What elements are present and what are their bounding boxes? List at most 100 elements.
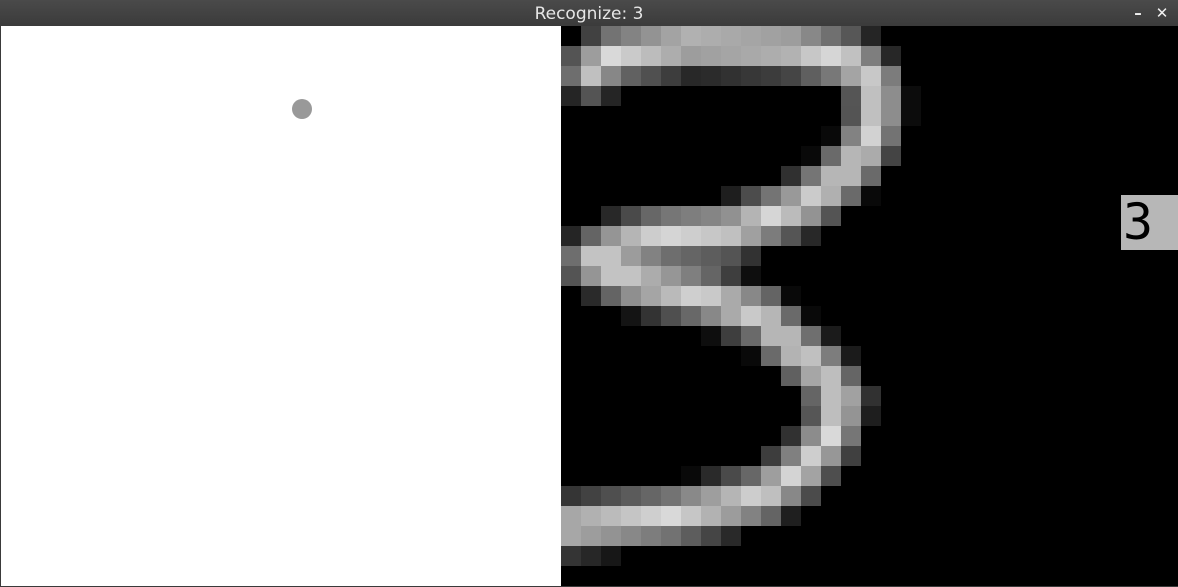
preview-pixel xyxy=(861,146,881,166)
preview-pixel xyxy=(621,26,641,46)
preview-pixel xyxy=(861,66,881,86)
preview-pixel xyxy=(861,126,881,146)
preview-pixel xyxy=(701,26,721,46)
preview-pixel xyxy=(681,266,701,286)
preview-pixel xyxy=(821,206,841,226)
close-icon[interactable]: ✕ xyxy=(1152,3,1172,23)
preview-pixel xyxy=(861,406,881,426)
preview-pixel xyxy=(621,226,641,246)
preview-pixel xyxy=(701,486,721,506)
preview-pixel xyxy=(781,26,801,46)
preview-pixel xyxy=(881,146,901,166)
preview-pixel xyxy=(601,526,621,546)
preview-pixel xyxy=(801,466,821,486)
preview-pixel xyxy=(641,46,661,66)
preview-pixel xyxy=(581,526,601,546)
preview-pixel xyxy=(661,246,681,266)
preview-pixel xyxy=(781,366,801,386)
preview-pixel xyxy=(861,86,881,106)
preview-pixel xyxy=(701,206,721,226)
preview-pixel xyxy=(701,246,721,266)
preview-pixel xyxy=(641,526,661,546)
preview-pixel xyxy=(821,346,841,366)
preview-pixel xyxy=(741,466,761,486)
preview-pixel xyxy=(621,246,641,266)
preview-pixel xyxy=(681,66,701,86)
preview-pixel xyxy=(761,506,781,526)
preview-pixel xyxy=(621,486,641,506)
preview-pixel xyxy=(561,66,581,86)
preview-pixel xyxy=(861,166,881,186)
preview-pixel xyxy=(761,466,781,486)
preview-pixel xyxy=(821,326,841,346)
preview-pixel xyxy=(741,506,761,526)
preview-pixel xyxy=(601,226,621,246)
preview-pixel xyxy=(561,246,581,266)
preview-pixel xyxy=(761,46,781,66)
preview-pixel xyxy=(581,486,601,506)
preview-pixel xyxy=(821,166,841,186)
preview-pixel xyxy=(781,66,801,86)
preview-pixel xyxy=(801,46,821,66)
preview-pixel xyxy=(561,226,581,246)
preview-pixel xyxy=(601,506,621,526)
preview-pixel xyxy=(841,126,861,146)
drawing-canvas[interactable] xyxy=(1,26,561,586)
preview-pixel xyxy=(821,386,841,406)
preview-pixel xyxy=(841,186,861,206)
preview-pixel xyxy=(821,66,841,86)
preview-pixel xyxy=(741,206,761,226)
preview-pixel xyxy=(801,226,821,246)
brush-cursor xyxy=(292,99,312,119)
preview-pixel xyxy=(741,66,761,86)
preview-pixel xyxy=(661,306,681,326)
preview-pixel xyxy=(641,206,661,226)
preview-pixel xyxy=(841,366,861,386)
preview-pixel xyxy=(741,486,761,506)
preview-pixel xyxy=(821,466,841,486)
minimize-icon[interactable]: – xyxy=(1128,3,1148,23)
preview-pixel xyxy=(721,306,741,326)
preview-pixel xyxy=(801,166,821,186)
preview-pixel xyxy=(681,286,701,306)
preview-pixel xyxy=(801,206,821,226)
preview-pixel xyxy=(661,206,681,226)
preview-pixel xyxy=(561,546,581,566)
preview-pixel xyxy=(581,286,601,306)
preview-pixel xyxy=(801,406,821,426)
preview-pixel xyxy=(801,66,821,86)
preview-pixel xyxy=(781,226,801,246)
preview-pixel xyxy=(861,186,881,206)
preview-pixel xyxy=(621,66,641,86)
preview-pixel xyxy=(781,306,801,326)
preview-pixel xyxy=(861,26,881,46)
preview-pixel xyxy=(681,206,701,226)
preview-pixel xyxy=(721,186,741,206)
preview-pixel xyxy=(741,26,761,46)
preview-pixel xyxy=(581,46,601,66)
preview-pixel xyxy=(801,386,821,406)
preview-pixel xyxy=(821,126,841,146)
preview-pixel xyxy=(721,266,741,286)
title-bar: Recognize: 3 – ✕ xyxy=(0,0,1178,26)
preview-pixel xyxy=(841,346,861,366)
preview-pixel xyxy=(881,86,901,106)
preview-pixel xyxy=(781,286,801,306)
preview-pixel xyxy=(861,46,881,66)
preview-pixel xyxy=(721,226,741,246)
preview-pixel xyxy=(881,106,901,126)
preview-pixel xyxy=(621,506,641,526)
preview-pixel xyxy=(701,286,721,306)
preview-pixel xyxy=(721,206,741,226)
preview-pixel xyxy=(701,266,721,286)
preview-pixel xyxy=(761,66,781,86)
preview-pixel xyxy=(661,506,681,526)
preview-pixel xyxy=(781,346,801,366)
preview-pixel xyxy=(801,426,821,446)
prediction-label: 3 xyxy=(1121,195,1178,250)
preview-pixel xyxy=(781,446,801,466)
window-title: Recognize: 3 xyxy=(534,4,644,24)
preview-pixel xyxy=(701,306,721,326)
preview-pixel xyxy=(741,286,761,306)
preview-pixel xyxy=(701,466,721,486)
